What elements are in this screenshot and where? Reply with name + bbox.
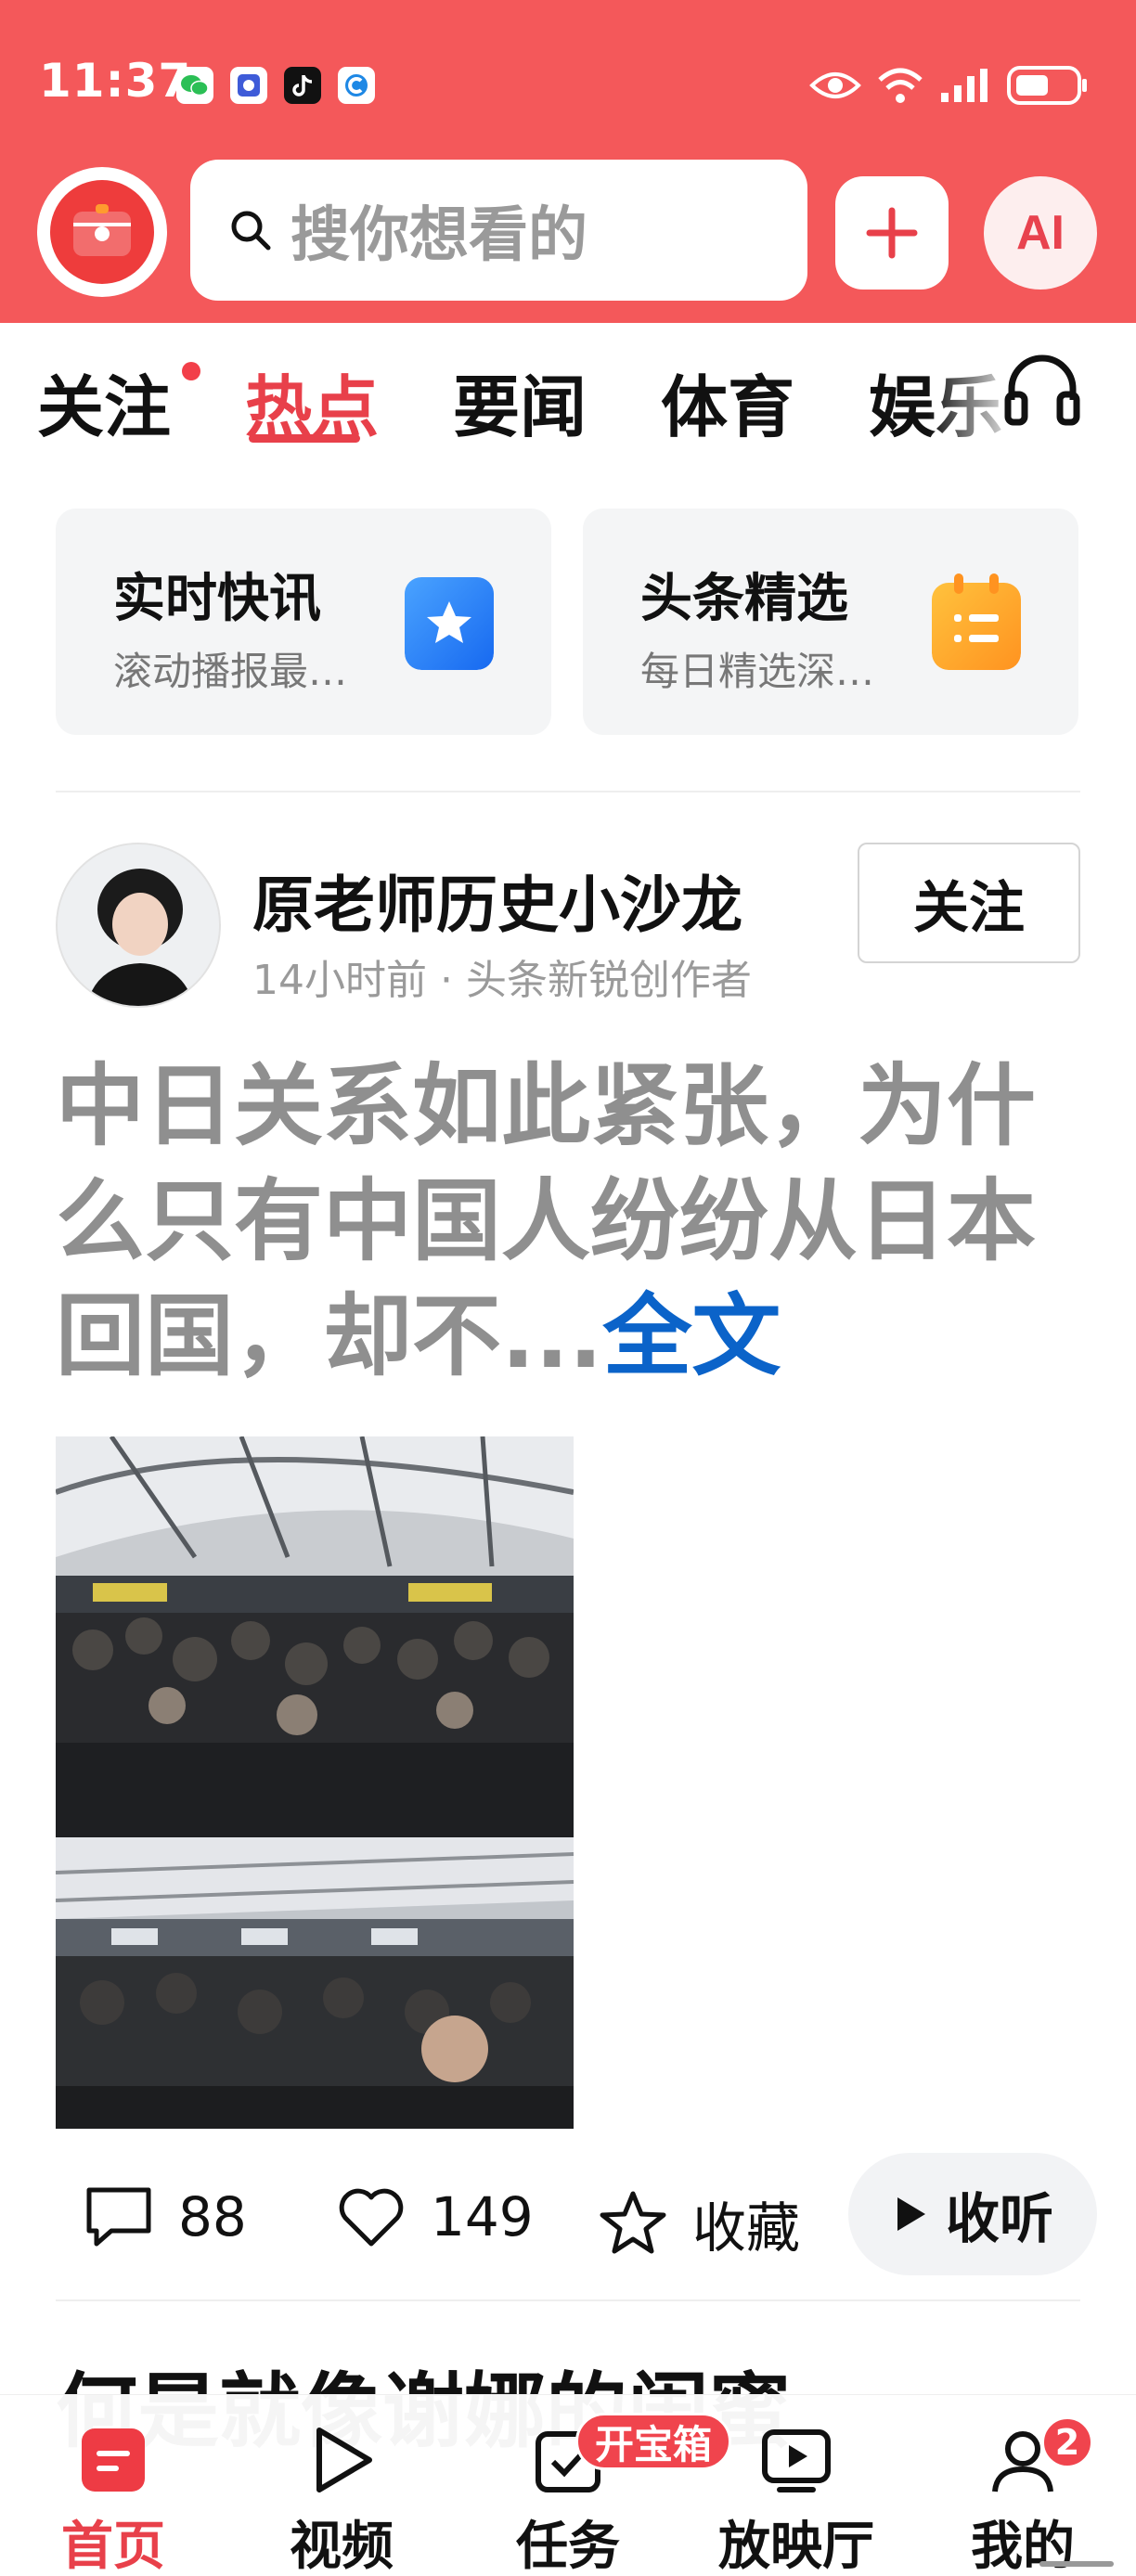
- favorite-button[interactable]: 收藏: [598, 2184, 800, 2262]
- wifi-icon: [876, 59, 924, 111]
- ai-button[interactable]: AI: [984, 176, 1097, 290]
- search-input[interactable]: 搜你想看的: [190, 160, 807, 301]
- app-c-icon: [338, 67, 375, 104]
- plus-icon: [866, 207, 918, 259]
- play-icon: [897, 2197, 925, 2231]
- active-tab-indicator: [249, 434, 360, 443]
- nav-label: 首页: [61, 2517, 165, 2576]
- bottom-navigation: 首页 视频 任务 放映厅 我的: [0, 2394, 1136, 2576]
- nav-label: 任务: [516, 2517, 620, 2576]
- post-meta: 14小时前 · 头条新锐创作者: [252, 957, 752, 1004]
- favorite-label: 收藏: [692, 2196, 801, 2260]
- eye-icon: [809, 59, 861, 111]
- divider: [56, 791, 1080, 792]
- nav-home[interactable]: 首页: [11, 2395, 215, 2576]
- nav-label: 放映厅: [718, 2517, 874, 2576]
- home-indicator: [1039, 2561, 1114, 2567]
- battery-icon: [1006, 59, 1090, 111]
- tab-sports[interactable]: 体育: [661, 353, 794, 450]
- wechat-icon: [176, 67, 213, 104]
- comment-button[interactable]: 88: [84, 2184, 247, 2249]
- realtime-news-card[interactable]: 实时快讯 滚动播报最…: [56, 509, 551, 735]
- like-button[interactable]: 149: [336, 2184, 534, 2249]
- status-time: 11:37: [39, 54, 192, 108]
- follow-button[interactable]: 关注: [858, 843, 1080, 963]
- comment-icon: [86, 2187, 151, 2247]
- publish-button[interactable]: [835, 176, 949, 290]
- app-icon: [230, 67, 267, 104]
- author-name[interactable]: 原老师历史小沙龙: [252, 856, 742, 945]
- card-title: 头条精选: [640, 569, 848, 629]
- nav-profile[interactable]: 我的: [921, 2395, 1125, 2576]
- status-bar: 11:37: [0, 0, 1136, 167]
- home-icon: [82, 2428, 145, 2492]
- tab-news[interactable]: 要闻: [453, 353, 587, 450]
- star-icon: [405, 577, 494, 670]
- app-header: 11:37 搜你想看的 AI: [0, 0, 1136, 323]
- tiktok-icon: [284, 67, 321, 104]
- listen-label: 收听: [945, 2187, 1053, 2250]
- card-title: 实时快讯: [113, 569, 321, 629]
- card-subtitle: 滚动播报最…: [113, 649, 348, 694]
- headline-text: 中日关系如此紧张，为什么只有中国人纷纷从日本回国，却不...: [56, 1054, 1036, 1388]
- heart-icon: [339, 2188, 404, 2247]
- signal-icon: [939, 59, 991, 111]
- star-outline-icon: [600, 2191, 666, 2254]
- tab-follow[interactable]: 关注: [37, 353, 171, 450]
- like-count: 149: [431, 2185, 534, 2248]
- nav-label: 视频: [290, 2517, 394, 2576]
- search-placeholder: 搜你想看的: [290, 201, 587, 270]
- comment-count: 88: [178, 2185, 247, 2248]
- author-avatar[interactable]: [56, 843, 221, 1008]
- nav-cinema[interactable]: 放映厅: [694, 2395, 898, 2576]
- treasure-box-badge[interactable]: 开宝箱: [575, 2413, 732, 2470]
- post-image[interactable]: [56, 1436, 574, 2129]
- divider: [56, 2299, 1080, 2301]
- headphone-icon[interactable]: [1000, 348, 1084, 431]
- search-icon: [231, 211, 271, 251]
- new-content-dot: [182, 362, 200, 380]
- post-headline[interactable]: 中日关系如此紧张，为什么只有中国人纷纷从日本回国，却不...全文: [56, 1049, 1086, 1394]
- cinema-icon: [762, 2429, 831, 2492]
- nav-video[interactable]: 视频: [239, 2395, 444, 2576]
- headline-picks-card[interactable]: 头条精选 每日精选深…: [583, 509, 1078, 735]
- listen-button[interactable]: 收听: [848, 2153, 1097, 2275]
- card-subtitle: 每日精选深…: [640, 649, 875, 694]
- full-text-link[interactable]: 全文: [602, 1284, 781, 1388]
- app-logo[interactable]: [37, 167, 167, 297]
- calendar-list-icon: [932, 573, 1021, 670]
- play-icon: [316, 2428, 372, 2492]
- notification-count-badge: 2: [1041, 2416, 1093, 2468]
